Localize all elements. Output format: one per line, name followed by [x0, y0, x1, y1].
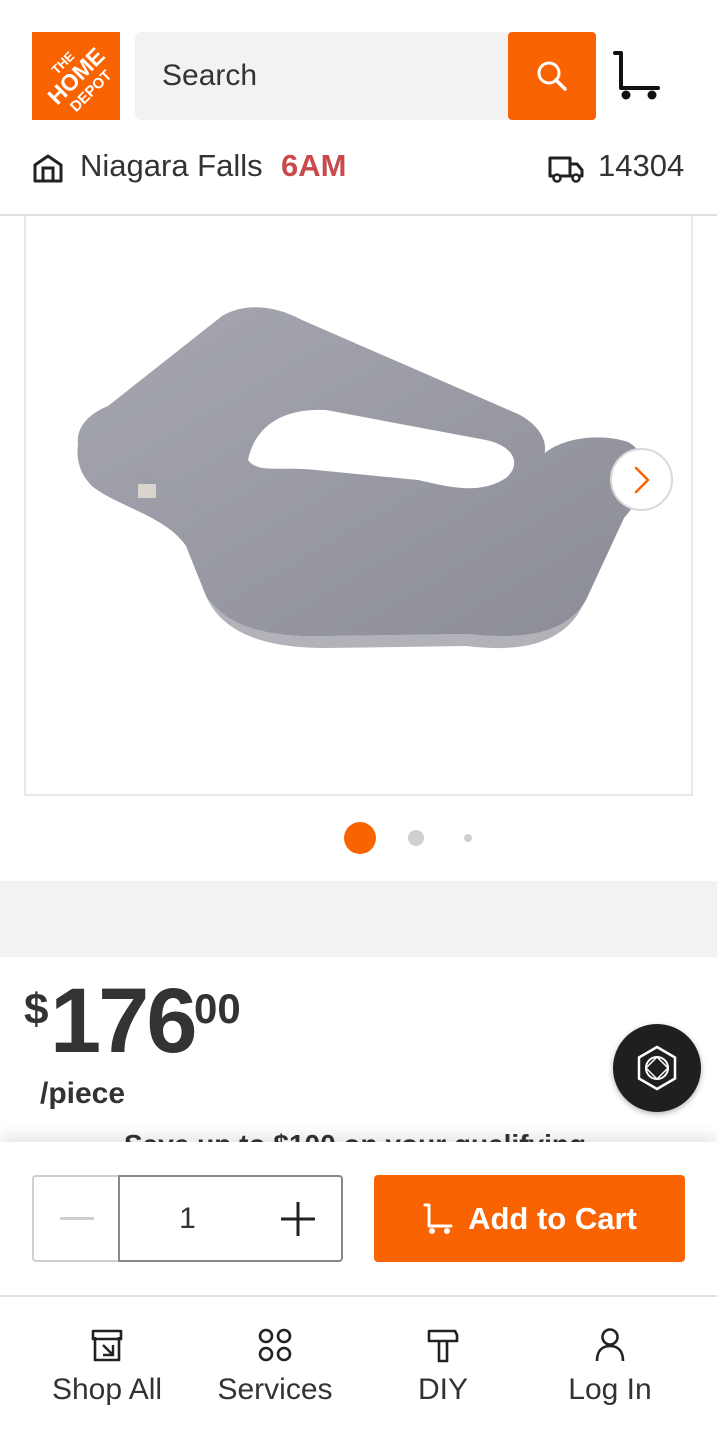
- chevron-right-icon: [634, 466, 649, 493]
- chat-assistant-button[interactable]: [613, 1024, 701, 1112]
- store-icon: [33, 154, 63, 183]
- pagination-dot[interactable]: [464, 834, 472, 842]
- cart-icon: [423, 1203, 453, 1234]
- minus-icon: [60, 1216, 94, 1220]
- price-currency: $: [24, 985, 49, 1034]
- gallery-pagination: [0, 820, 717, 856]
- quantity-input[interactable]: [118, 1175, 257, 1262]
- quantity-decrease-button[interactable]: [32, 1175, 120, 1262]
- pagination-dot-active[interactable]: [344, 822, 376, 854]
- delivery-truck-icon: [548, 156, 584, 183]
- quantity-increase-button[interactable]: [255, 1175, 343, 1262]
- search-input[interactable]: [135, 32, 515, 120]
- price-unit: /piece: [40, 1077, 126, 1110]
- header: THE HOME DEPOT Niagara Falls 6AM 14304: [0, 0, 717, 216]
- nav-label-shop-all: Shop All: [51, 1373, 163, 1406]
- delivery-zip[interactable]: 14304: [598, 148, 684, 184]
- pregnancy-pillow-image: [77, 307, 645, 649]
- user-icon: [595, 1328, 625, 1362]
- store-name[interactable]: Niagara Falls: [80, 148, 263, 184]
- store-row[interactable]: Niagara Falls 6AM 14304: [0, 140, 717, 200]
- product-image[interactable]: [24, 216, 693, 796]
- nav-diy[interactable]: DIY: [376, 1297, 510, 1440]
- hammer-icon: [427, 1329, 459, 1363]
- add-to-cart-label: Add to Cart: [468, 1200, 637, 1236]
- bottom-navigation: Shop All Services DIY Log In: [0, 1297, 717, 1440]
- nav-label-log-in: Log In: [568, 1373, 652, 1406]
- assistant-icon: [637, 1045, 677, 1091]
- price-dollars: 176: [50, 970, 197, 1072]
- search-button[interactable]: [508, 32, 596, 120]
- store-open-time: 6AM: [281, 148, 347, 183]
- price-cents: 00: [194, 985, 241, 1032]
- nav-shop-all[interactable]: Shop All: [40, 1297, 174, 1440]
- nav-log-in[interactable]: Log In: [543, 1297, 677, 1440]
- product-gallery: [0, 216, 717, 881]
- add-to-cart-bar: Add to Cart: [0, 1142, 717, 1297]
- shop-all-icon: [91, 1329, 123, 1362]
- services-icon: [258, 1328, 292, 1362]
- plus-icon: [281, 1201, 315, 1236]
- next-image-button[interactable]: [610, 448, 673, 511]
- cart-icon[interactable]: [612, 50, 664, 102]
- section-divider: [0, 881, 717, 957]
- home-depot-logo[interactable]: THE HOME DEPOT: [32, 32, 120, 120]
- add-to-cart-button[interactable]: Add to Cart: [374, 1175, 685, 1262]
- nav-services[interactable]: Services: [208, 1297, 342, 1440]
- search-icon: [537, 61, 567, 91]
- pagination-dot[interactable]: [408, 830, 424, 846]
- nav-label-diy: DIY: [417, 1373, 468, 1406]
- price-section: $ 176 00 /piece Save up to $100 on your …: [0, 957, 717, 1160]
- nav-label-services: Services: [217, 1373, 333, 1406]
